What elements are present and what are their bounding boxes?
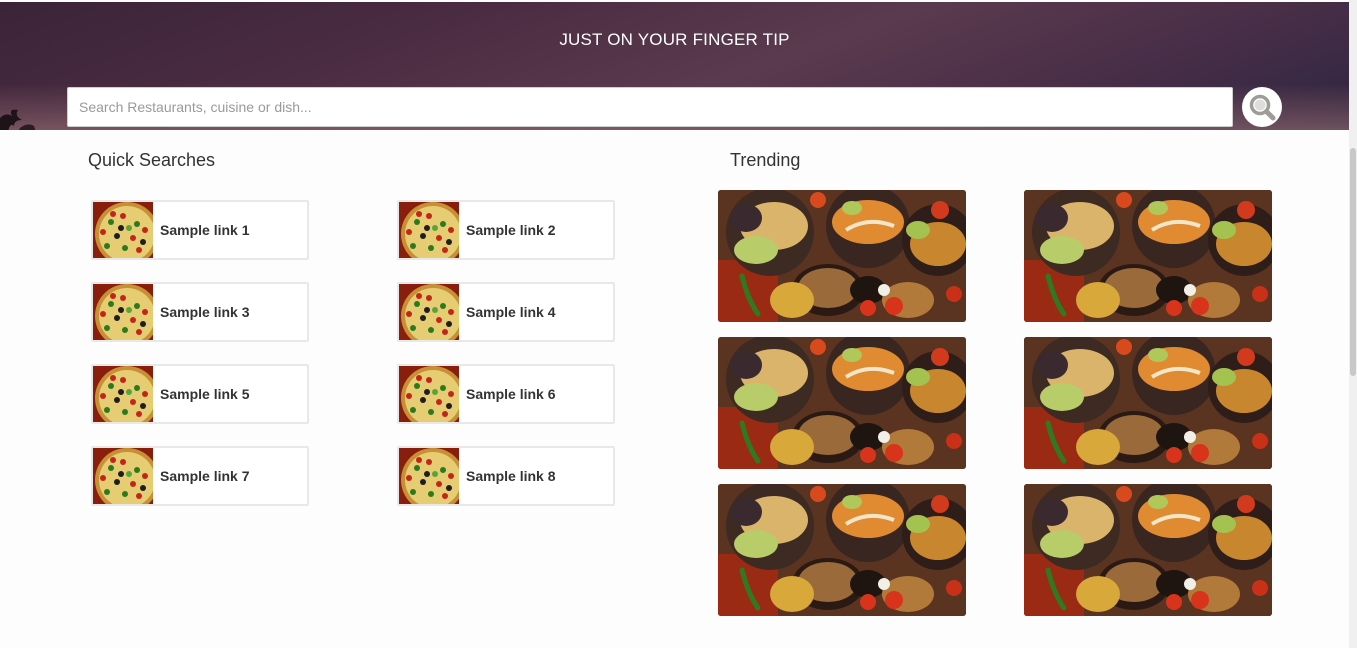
quick-link-1[interactable]: Sample link 1 xyxy=(91,200,309,266)
quick-link-4[interactable]: Sample link 4 xyxy=(397,282,615,348)
trending-food-image xyxy=(718,337,966,469)
trending-food-image xyxy=(718,190,966,322)
pizza-thumbnail xyxy=(93,284,159,348)
quick-link-label: Sample link 4 xyxy=(466,304,556,320)
quick-link-3[interactable]: Sample link 3 xyxy=(91,282,309,348)
palm-silhouette-icon xyxy=(0,109,36,130)
pizza-thumbnail xyxy=(399,202,465,266)
trending-card[interactable] xyxy=(718,484,966,616)
quick-searches-title: Quick Searches xyxy=(88,150,216,170)
pizza-image xyxy=(93,202,159,266)
trending-card[interactable] xyxy=(1024,190,1272,322)
trending-food-image xyxy=(1024,484,1272,616)
trending-food-image xyxy=(718,484,966,616)
quick-link-label: Sample link 8 xyxy=(466,468,556,484)
pizza-thumbnail xyxy=(399,448,465,512)
pizza-thumbnail xyxy=(399,284,465,348)
trending-title: Trending xyxy=(730,150,801,170)
trending-food-image xyxy=(1024,337,1272,469)
search-button[interactable] xyxy=(1242,87,1282,127)
quick-link-5[interactable]: Sample link 5 xyxy=(91,364,309,430)
quick-link-label: Sample link 3 xyxy=(160,304,250,320)
pizza-image xyxy=(399,284,465,348)
trending-card[interactable] xyxy=(1024,337,1272,469)
pizza-image xyxy=(93,448,159,512)
scrollbar-thumb[interactable] xyxy=(1350,148,1356,376)
trending-food-image xyxy=(1024,190,1272,322)
pizza-thumbnail xyxy=(93,202,159,266)
pizza-image xyxy=(93,366,159,430)
pizza-image xyxy=(93,284,159,348)
quick-link-label: Sample link 2 xyxy=(466,222,556,238)
trending-card[interactable] xyxy=(1024,484,1272,616)
pizza-thumbnail xyxy=(93,366,159,430)
vertical-scrollbar[interactable] xyxy=(1349,0,1357,648)
quick-link-label: Sample link 1 xyxy=(160,222,250,238)
quick-link-label: Sample link 6 xyxy=(466,386,556,402)
quick-link-7[interactable]: Sample link 7 xyxy=(91,446,309,512)
quick-link-label: Sample link 5 xyxy=(160,386,250,402)
pizza-thumbnail xyxy=(93,448,159,512)
quick-link-label: Sample link 7 xyxy=(160,468,250,484)
search-input[interactable] xyxy=(67,87,1233,127)
pizza-image xyxy=(399,202,465,266)
pizza-image xyxy=(399,366,465,430)
pizza-image xyxy=(399,448,465,512)
pizza-thumbnail xyxy=(399,366,465,430)
quick-link-6[interactable]: Sample link 6 xyxy=(397,364,615,430)
page: JUST ON YOUR FINGER TIP Quick Searches S… xyxy=(0,0,1357,648)
hero-title: JUST ON YOUR FINGER TIP xyxy=(559,30,790,49)
trending-card[interactable] xyxy=(718,337,966,469)
quick-link-8[interactable]: Sample link 8 xyxy=(397,446,615,512)
quick-link-2[interactable]: Sample link 2 xyxy=(397,200,615,266)
trending-card[interactable] xyxy=(718,190,966,322)
hero-banner: JUST ON YOUR FINGER TIP xyxy=(0,2,1349,130)
search-icon xyxy=(1249,94,1276,121)
